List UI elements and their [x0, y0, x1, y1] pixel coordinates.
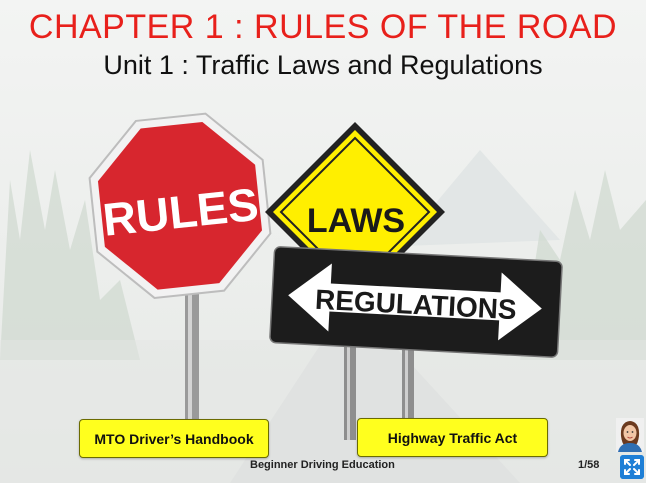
rules-sign: RULES: [88, 112, 272, 299]
avatar-icon[interactable]: [616, 418, 644, 452]
expand-icon[interactable]: [620, 455, 644, 479]
slide: CHAPTER 1 : RULES OF THE ROAD Unit 1 : T…: [0, 0, 646, 483]
mto-drivers-handbook-button[interactable]: MTO Driver’s Handbook: [79, 419, 269, 458]
regulations-sign: REGULATIONS: [269, 246, 563, 358]
highway-traffic-act-button[interactable]: Highway Traffic Act: [357, 418, 548, 457]
footer-brand: Beginner Driving Education: [250, 459, 395, 471]
page-counter: 1/58: [578, 459, 600, 471]
laws-sign-label: LAWS: [307, 202, 405, 240]
traffic-signs-illustration: RULES LAWS REGULATIONS: [88, 112, 563, 450]
